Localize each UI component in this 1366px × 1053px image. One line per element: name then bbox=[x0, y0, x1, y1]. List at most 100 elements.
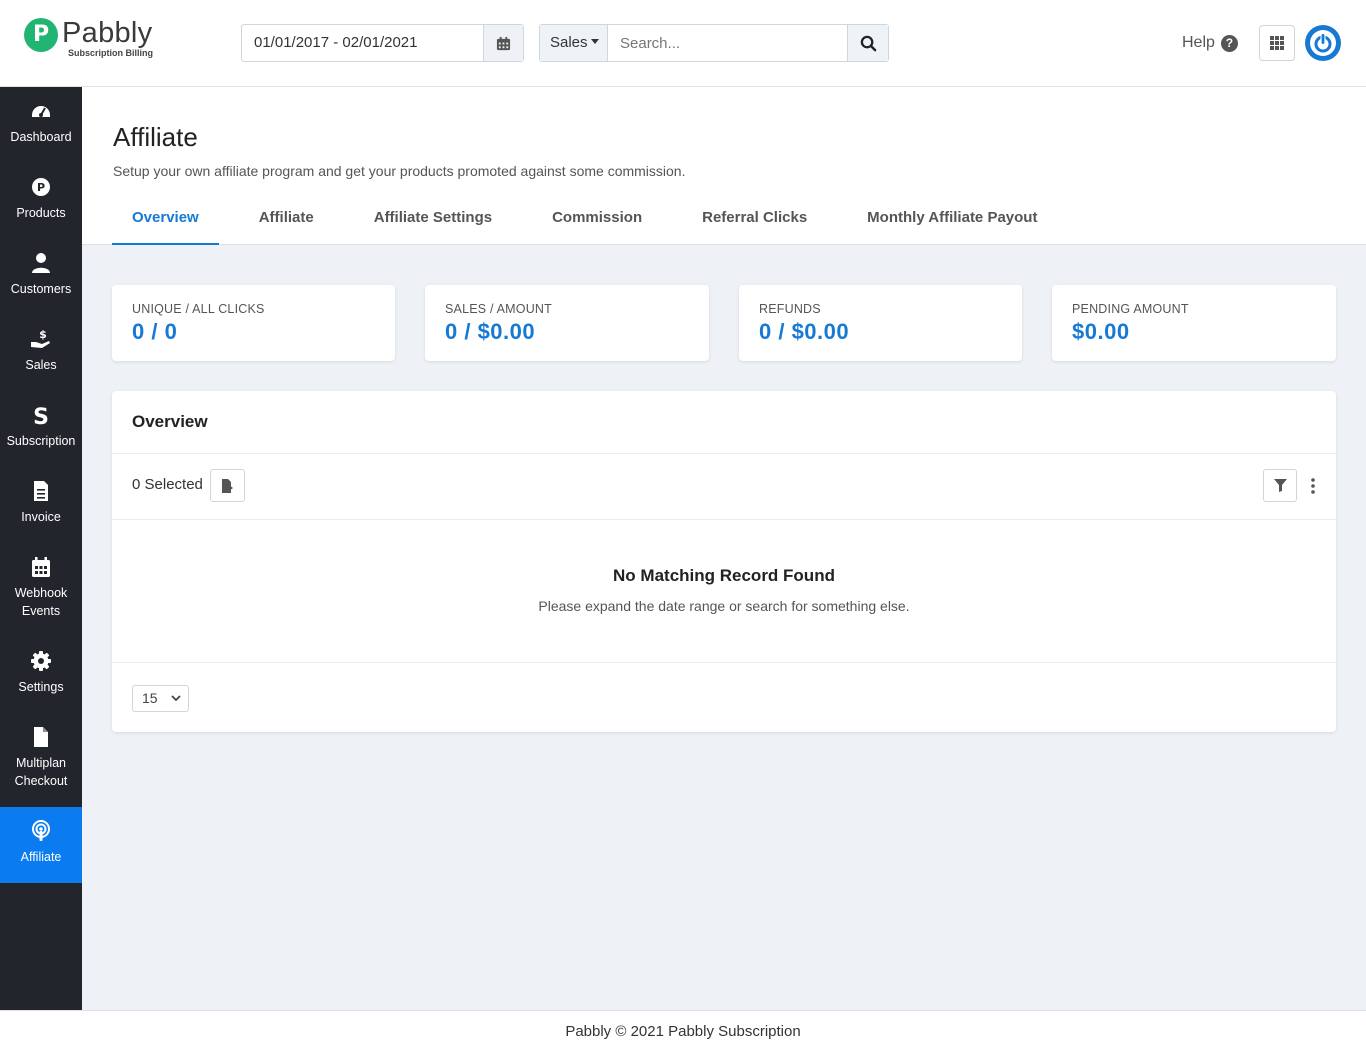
stat-label: PENDING AMOUNT bbox=[1072, 302, 1189, 316]
sidebar-item-settings[interactable]: Settings bbox=[0, 650, 82, 696]
search-scope-dropdown[interactable]: Sales bbox=[540, 25, 608, 61]
more-options-button[interactable] bbox=[1306, 473, 1320, 499]
footer-text: Pabbly © 2021 Pabbly Subscription bbox=[565, 1023, 801, 1040]
sidebar-item-webhook-events[interactable]: Webhook Events bbox=[0, 556, 82, 620]
tab-affiliate[interactable]: Affiliate bbox=[259, 199, 314, 245]
broadcast-icon bbox=[32, 820, 50, 841]
chevron-down-icon bbox=[171, 695, 181, 702]
dashboard-icon bbox=[32, 106, 50, 117]
sidebar-item-label: Dashboard bbox=[10, 130, 72, 144]
help-link[interactable]: Help ? bbox=[1182, 34, 1238, 52]
svg-text:$: $ bbox=[39, 328, 47, 341]
products-icon: P bbox=[32, 178, 50, 196]
sidebar-item-label: Affiliate bbox=[20, 850, 62, 864]
calendar-icon bbox=[32, 557, 50, 577]
date-range-picker[interactable]: 01/01/2017 - 02/01/2021 bbox=[241, 24, 524, 62]
sidebar-item-multiplan-checkout[interactable]: Multiplan Checkout bbox=[0, 726, 82, 790]
svg-text:P: P bbox=[37, 181, 45, 194]
power-icon bbox=[1310, 30, 1336, 56]
sidebar-item-label-line2: Checkout bbox=[14, 774, 68, 788]
divider bbox=[112, 519, 1336, 520]
sidebar-item-label: Webhook Events bbox=[0, 584, 82, 620]
filter-icon bbox=[1273, 479, 1287, 492]
sidebar-item-label: Invoice bbox=[21, 510, 61, 524]
sidebar-item-sales[interactable]: $ Sales bbox=[0, 328, 82, 374]
sidebar-item-label-line1: Multiplan bbox=[15, 756, 67, 770]
apps-button[interactable] bbox=[1259, 25, 1295, 61]
search-icon bbox=[860, 35, 876, 51]
top-header: Pabbly Subscription Billing 01/01/2017 -… bbox=[0, 0, 1366, 87]
stat-card-clicks: UNIQUE / ALL CLICKS 0 / 0 bbox=[112, 285, 395, 361]
search-scope-label: Sales bbox=[550, 34, 588, 51]
sidebar-item-customers[interactable]: Customers bbox=[0, 252, 82, 298]
page-size-value: 15 bbox=[142, 690, 158, 706]
tab-monthly-affiliate-payout[interactable]: Monthly Affiliate Payout bbox=[867, 199, 1037, 245]
divider bbox=[112, 662, 1336, 663]
tab-affiliate-settings[interactable]: Affiliate Settings bbox=[374, 199, 492, 245]
page-header: Affiliate Setup your own affiliate progr… bbox=[82, 87, 1366, 245]
stat-value: $0.00 bbox=[1072, 319, 1130, 344]
divider bbox=[112, 453, 1336, 454]
calendar-icon bbox=[496, 36, 511, 50]
sidebar-item-label: Subscription bbox=[6, 434, 76, 448]
stat-card-sales: SALES / AMOUNT 0 / $0.00 bbox=[425, 285, 709, 361]
stat-value: 0 / 0 bbox=[132, 319, 178, 344]
stat-value: 0 / $0.00 bbox=[759, 319, 850, 344]
footer: Pabbly © 2021 Pabbly Subscription bbox=[0, 1010, 1366, 1053]
brand-name: Pabbly bbox=[62, 17, 153, 49]
pabbly-logo[interactable]: Pabbly Subscription Billing bbox=[24, 18, 153, 58]
sidebar-item-dashboard[interactable]: Dashboard bbox=[0, 100, 82, 146]
page-subtitle: Setup your own affiliate program and get… bbox=[113, 163, 686, 179]
logo-mark-icon bbox=[24, 18, 58, 52]
logo-text: Pabbly Subscription Billing bbox=[62, 18, 153, 58]
panel-title: Overview bbox=[132, 412, 208, 431]
page-size-select[interactable]: 15 bbox=[132, 685, 189, 712]
sales-icon: $ bbox=[31, 328, 50, 348]
sidebar-item-label-line1: Webhook bbox=[14, 586, 68, 600]
account-power-button[interactable] bbox=[1305, 25, 1341, 61]
user-icon bbox=[32, 253, 50, 273]
sidebar-item-label: Multiplan Checkout bbox=[0, 754, 82, 790]
vertical-dots-icon bbox=[1311, 478, 1315, 494]
svg-text:S: S bbox=[33, 405, 49, 426]
sidebar-item-label: Sales bbox=[25, 358, 57, 372]
stat-card-pending: PENDING AMOUNT $0.00 bbox=[1052, 285, 1336, 361]
filter-button[interactable] bbox=[1263, 469, 1297, 502]
export-button[interactable] bbox=[210, 469, 245, 502]
stat-value: 0 / $0.00 bbox=[445, 319, 536, 344]
tab-referral-clicks[interactable]: Referral Clicks bbox=[702, 199, 807, 245]
sidebar-item-label: Products bbox=[16, 206, 66, 220]
overview-panel: Overview 0 Selected No Matching Record F… bbox=[112, 391, 1336, 732]
sidebar-item-affiliate[interactable]: Affiliate bbox=[0, 807, 82, 883]
invoice-icon bbox=[34, 481, 48, 501]
sidebar-item-label: Customers bbox=[10, 282, 72, 296]
help-label: Help bbox=[1182, 34, 1215, 51]
tab-commission[interactable]: Commission bbox=[552, 199, 642, 245]
calendar-button[interactable] bbox=[483, 25, 523, 61]
search-group: Sales bbox=[539, 24, 889, 62]
file-icon bbox=[34, 727, 48, 747]
sidebar-item-invoice[interactable]: Invoice bbox=[0, 480, 82, 526]
selected-count: 0 Selected bbox=[132, 476, 203, 493]
stat-label: UNIQUE / ALL CLICKS bbox=[132, 302, 265, 316]
sidebar-item-subscription[interactable]: S Subscription bbox=[0, 404, 82, 450]
brand-tagline: Subscription Billing bbox=[68, 48, 153, 58]
sidebar-item-label: Settings bbox=[18, 680, 64, 694]
stat-card-refunds: REFUNDS 0 / $0.00 bbox=[739, 285, 1022, 361]
search-button[interactable] bbox=[847, 25, 888, 61]
tab-overview[interactable]: Overview bbox=[112, 199, 219, 245]
grid-icon bbox=[1270, 36, 1284, 50]
sidebar-nav: Dashboard P Products Customers $ Sales S… bbox=[0, 87, 82, 1010]
question-circle-icon: ? bbox=[1220, 34, 1238, 52]
file-export-icon bbox=[221, 478, 233, 493]
empty-state-subtitle: Please expand the date range or search f… bbox=[538, 598, 910, 614]
tab-bar: Overview Affiliate Affiliate Settings Co… bbox=[112, 199, 1097, 245]
caret-down-icon bbox=[590, 39, 599, 45]
date-range-value[interactable]: 01/01/2017 - 02/01/2021 bbox=[242, 25, 483, 61]
subscription-icon: S bbox=[33, 405, 49, 426]
sidebar-item-products[interactable]: P Products bbox=[0, 176, 82, 222]
stat-label: SALES / AMOUNT bbox=[445, 302, 552, 316]
search-input[interactable] bbox=[608, 25, 847, 61]
page-title: Affiliate bbox=[113, 122, 198, 152]
gear-icon bbox=[31, 651, 51, 671]
